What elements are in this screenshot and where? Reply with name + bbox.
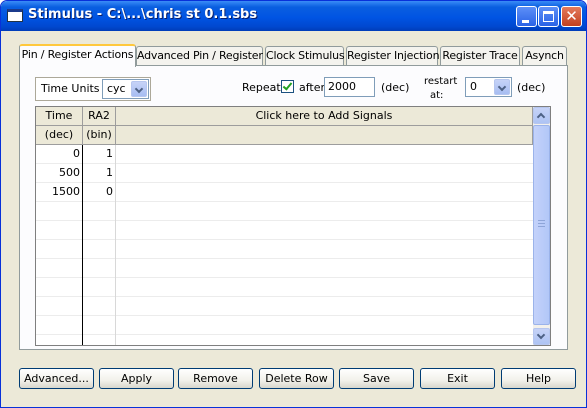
after-unit-label: (dec)	[381, 81, 410, 94]
time-units-select[interactable]: cyc	[102, 79, 149, 99]
time-cell[interactable]: 0	[36, 145, 83, 164]
grip-line	[538, 223, 545, 224]
tab-advanced-pin-register[interactable]: Advanced Pin / Register	[136, 46, 263, 66]
grip-line	[538, 226, 545, 227]
advanced-button[interactable]: Advanced...	[19, 368, 94, 389]
ra2-cell[interactable]: 1	[83, 164, 116, 183]
remove-button[interactable]: Remove	[178, 368, 253, 389]
table-row[interactable]: 0 1	[36, 145, 533, 164]
save-button[interactable]: Save	[339, 368, 414, 389]
signal-grid: Time RA2 Click here to Add Signals (dec)…	[35, 106, 551, 346]
table-row[interactable]: 1500 0	[36, 183, 533, 202]
window-app-icon	[7, 9, 23, 22]
table-row[interactable]: 500 1	[36, 164, 533, 183]
chevron-down-icon	[134, 84, 144, 94]
add-signals-header[interactable]: Click here to Add Signals	[116, 107, 533, 126]
restart-value: 0	[470, 80, 477, 93]
exit-button[interactable]: Exit	[420, 368, 495, 389]
ra2-cell[interactable]: 1	[83, 145, 116, 164]
vertical-scrollbar[interactable]	[533, 107, 550, 345]
tab-register-trace[interactable]: Register Trace	[440, 46, 520, 66]
column-header-time[interactable]: Time	[36, 107, 83, 126]
time-cell[interactable]: 1500	[36, 183, 83, 202]
empty-row[interactable]	[36, 335, 533, 345]
delete-row-button[interactable]: Delete Row	[259, 368, 334, 389]
checkmark-icon	[282, 80, 293, 91]
apply-button[interactable]: Apply	[99, 368, 174, 389]
maximize-icon	[543, 11, 554, 22]
restart-unit-label: (dec)	[517, 81, 546, 94]
empty-row[interactable]	[36, 221, 533, 240]
scroll-thumb[interactable]	[533, 125, 550, 325]
close-icon: ✕	[565, 7, 578, 25]
scroll-down-button[interactable]	[533, 328, 550, 345]
ra2-cell[interactable]: 0	[83, 183, 116, 202]
empty-row[interactable]	[36, 202, 533, 221]
chevron-up-icon	[536, 112, 546, 122]
tab-asynch[interactable]: Asynch	[522, 46, 567, 66]
window-title: Stimulus - C:\...\chris st 0.1.sbs	[28, 7, 258, 22]
column-subheader-add-signals	[116, 126, 533, 145]
tab-clock-stimulus[interactable]: Clock Stimulus	[265, 46, 345, 66]
time-units-dropdown-button[interactable]	[131, 81, 147, 97]
scroll-up-button[interactable]	[533, 107, 550, 124]
restart-label-line2: at:	[430, 90, 444, 101]
restart-select[interactable]: 0	[465, 77, 512, 97]
repeat-label: Repeat	[242, 81, 281, 94]
restart-label-line1: restart	[424, 76, 458, 87]
time-units-value: cyc	[107, 82, 126, 95]
chevron-down-icon	[497, 82, 507, 92]
close-button[interactable]: ✕	[561, 6, 582, 27]
time-cell[interactable]: 500	[36, 164, 83, 183]
after-value: 2000	[328, 80, 356, 93]
stimulus-window: Stimulus - C:\...\chris st 0.1.sbs ✕ Pin…	[0, 0, 587, 408]
minimize-button[interactable]	[516, 6, 537, 27]
empty-row[interactable]	[36, 316, 533, 335]
empty-row[interactable]	[36, 278, 533, 297]
column-subheader-ra2: (bin)	[83, 126, 116, 145]
title-bar[interactable]: Stimulus - C:\...\chris st 0.1.sbs ✕	[1, 1, 586, 31]
column-divider-ra2	[115, 145, 116, 345]
tab-register-injection[interactable]: Register Injection	[346, 46, 440, 66]
column-header-ra2[interactable]: RA2	[83, 107, 116, 126]
column-divider-time	[82, 145, 83, 345]
tab-pin-register-actions[interactable]: Pin / Register Actions	[19, 44, 136, 67]
chevron-down-icon	[536, 330, 546, 340]
minimize-icon	[522, 20, 529, 23]
restart-dropdown-button[interactable]	[494, 79, 510, 95]
maximize-button[interactable]	[538, 6, 559, 27]
time-units-label: Time Units	[41, 82, 100, 95]
empty-row[interactable]	[36, 240, 533, 259]
column-subheader-time: (dec)	[36, 126, 83, 145]
help-button[interactable]: Help	[501, 368, 576, 389]
grip-line	[538, 220, 545, 221]
empty-row[interactable]	[36, 297, 533, 316]
empty-row[interactable]	[36, 259, 533, 278]
after-input[interactable]: 2000	[324, 77, 375, 97]
repeat-checkbox[interactable]	[281, 80, 294, 93]
